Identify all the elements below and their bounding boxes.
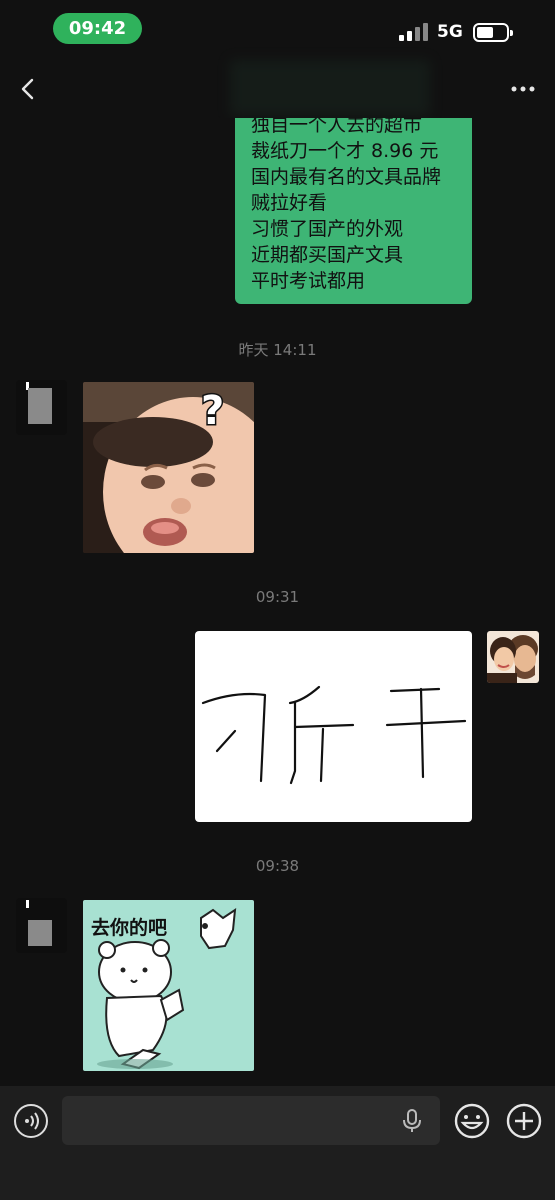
handwritten-characters: 刁斤干 <box>201 685 467 785</box>
message-line: 平时考试都用 <box>251 270 366 292</box>
handwriting-image[interactable]: 刁斤干 <box>195 631 472 822</box>
timestamp: 09:31 <box>255 588 300 606</box>
back-chevron-icon[interactable] <box>14 74 44 104</box>
timestamp: 09:38 <box>255 857 300 875</box>
microphone-icon[interactable] <box>402 1109 422 1133</box>
voice-input-button[interactable] <box>14 1104 48 1138</box>
couple-avatar-image <box>487 631 539 683</box>
message-line: 近期都买国产文具 <box>251 244 404 266</box>
svg-text:刁斤干: 刁斤干 <box>332 739 335 742</box>
message-line: 习惯了国产的外观 <box>251 218 404 240</box>
emoji-icon[interactable] <box>454 1103 490 1139</box>
battery-icon <box>473 23 513 42</box>
message-line: 国内最有名的文具品牌 <box>251 166 442 188</box>
sticker-caption: 去你的吧 <box>91 916 167 939</box>
voice-wave-icon <box>25 1112 39 1130</box>
status-time: 09:42 <box>53 13 142 44</box>
network-type: 5G <box>437 22 463 42</box>
message-line: 裁纸刀一个才 8.96 元 <box>251 140 439 162</box>
message-input[interactable] <box>62 1096 392 1145</box>
baby-face-sticker[interactable]: ? <box>83 382 254 553</box>
my-avatar[interactable] <box>487 631 539 683</box>
baby-face-image: ? <box>83 382 254 553</box>
contact-avatar[interactable] <box>16 380 67 435</box>
status-bar: 09:42 5G <box>0 0 555 60</box>
timestamp: 昨天 14:11 <box>238 341 317 359</box>
message-text-field[interactable] <box>62 1096 440 1145</box>
plus-icon[interactable] <box>506 1103 542 1139</box>
contact-avatar[interactable] <box>16 898 67 953</box>
bear-sticker[interactable]: 去你的吧 <box>83 900 254 1071</box>
bear-sticker-image: 去你的吧 <box>83 900 254 1071</box>
question-mark: ? <box>201 388 224 434</box>
my-text-message[interactable]: 独自一个人去的超市 裁纸刀一个才 8.96 元 国内最有名的文具品牌 贼拉好看 … <box>235 118 472 304</box>
more-options-icon[interactable] <box>509 78 537 100</box>
message-line: 贼拉好看 <box>251 192 328 214</box>
blurred-chat-title <box>230 60 430 116</box>
input-bar <box>0 1086 555 1200</box>
signal-strength-icon <box>399 23 429 41</box>
message-line: 独自一个人去的超市 <box>251 118 423 136</box>
message-list[interactable]: 独自一个人去的超市 裁纸刀一个才 8.96 元 国内最有名的文具品牌 贼拉好看 … <box>0 118 555 1086</box>
